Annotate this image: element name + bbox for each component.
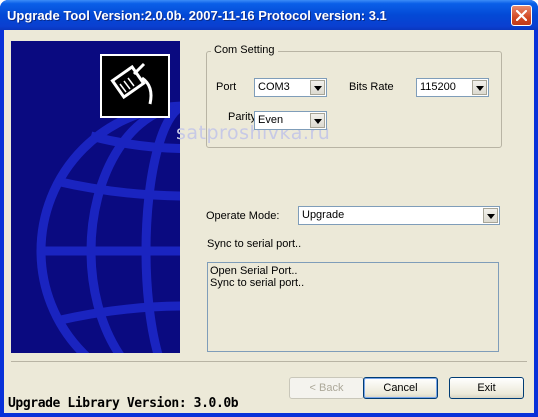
back-button[interactable]: < Back: [289, 377, 364, 399]
parity-dropdown-button[interactable]: [310, 113, 325, 128]
operate-mode-dropdown-button[interactable]: [483, 208, 498, 223]
window-title: Upgrade Tool Version:2.0.0b. 2007-11-16 …: [7, 8, 387, 23]
parity-label: Parity: [228, 111, 257, 123]
bits-rate-select[interactable]: 115200: [416, 78, 489, 97]
app-window: Upgrade Tool Version:2.0.0b. 2007-11-16 …: [0, 0, 538, 417]
operate-mode-select[interactable]: Upgrade: [298, 206, 500, 225]
network-cable-icon: [110, 62, 153, 105]
com-setting-group: [206, 51, 502, 148]
bits-rate-dropdown-button[interactable]: [472, 80, 487, 95]
close-button[interactable]: [511, 5, 532, 26]
bits-rate-value: 115200: [420, 81, 456, 93]
chevron-down-icon: [476, 86, 484, 91]
port-value: COM3: [258, 81, 290, 93]
side-banner: [11, 41, 180, 353]
log-line: Open Serial Port..: [210, 265, 298, 277]
parity-select[interactable]: Even: [254, 111, 327, 130]
bits-rate-label: Bits Rate: [349, 81, 394, 93]
port-select[interactable]: COM3: [254, 78, 327, 97]
library-version-text: Upgrade Library Version: 3.0.0b: [8, 396, 239, 411]
chevron-down-icon: [487, 214, 495, 219]
log-line: Sync to serial port..: [210, 277, 305, 289]
operate-mode-value: Upgrade: [302, 209, 345, 221]
chevron-down-icon: [314, 86, 322, 91]
status-text: Sync to serial port..: [207, 238, 302, 250]
chevron-down-icon: [314, 119, 322, 124]
com-setting-legend: Com Setting: [211, 44, 278, 56]
log-output[interactable]: Open Serial Port.. Sync to serial port..: [207, 262, 499, 352]
exit-button[interactable]: Exit: [449, 377, 524, 399]
footer-divider: [11, 361, 527, 362]
port-dropdown-button[interactable]: [310, 80, 325, 95]
logo: [100, 54, 170, 118]
port-label: Port: [216, 81, 237, 93]
cancel-button[interactable]: Cancel: [363, 377, 438, 399]
dialog-body: satproshivka.ru Com Setting Port COM3 Bi…: [4, 30, 534, 413]
close-icon: [516, 10, 527, 21]
operate-mode-label: Operate Mode:: [206, 210, 280, 222]
title-bar[interactable]: Upgrade Tool Version:2.0.0b. 2007-11-16 …: [0, 0, 538, 30]
parity-value: Even: [258, 114, 284, 126]
